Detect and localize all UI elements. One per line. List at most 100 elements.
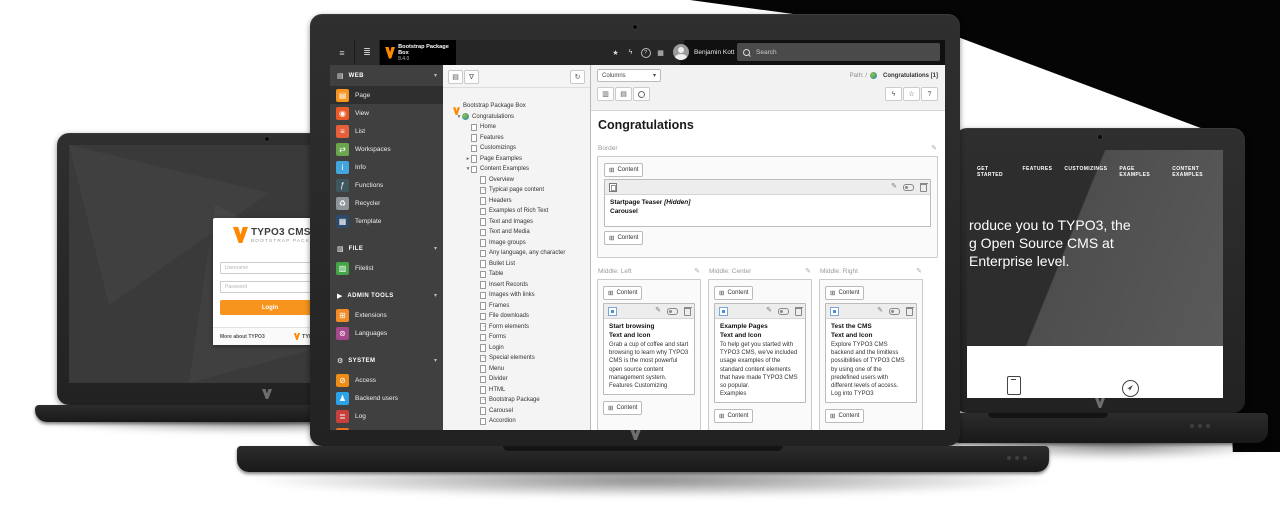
login-button[interactable]: Login (220, 300, 320, 315)
tree-node-forms[interactable]: Forms (447, 332, 590, 343)
tree-node-page-examples[interactable]: ▸Page Examples (447, 154, 590, 165)
edit-icon[interactable]: ✎ (766, 307, 772, 315)
edit-column-icon[interactable]: ✎ (931, 144, 937, 152)
more-about-typo3-link[interactable]: More about TYPO3 (220, 334, 265, 340)
module-item-list[interactable]: ≡List (330, 122, 443, 140)
user-name[interactable]: Benjamin Kott (694, 40, 734, 65)
module-item-recycler[interactable]: ♻Recycler (330, 194, 443, 212)
tree-node-features[interactable]: Features (447, 133, 590, 144)
tree-node-headers[interactable]: Headers (447, 196, 590, 207)
edit-icon[interactable]: ✎ (877, 307, 883, 315)
add-content-button[interactable]: ⊞Content (825, 409, 864, 423)
tree-node-customizings[interactable]: Customizings (447, 143, 590, 154)
tree-node-congratulations[interactable]: ▾Congratulations (447, 112, 590, 123)
username-field[interactable] (220, 262, 318, 274)
refresh-button[interactable]: ↻ (570, 70, 585, 84)
visibility-toggle-icon[interactable] (778, 308, 789, 315)
module-item-install[interactable]: ⚙Install (330, 425, 443, 430)
card-links[interactable]: Examples (720, 390, 800, 398)
tree-node-bootstrap-package-box[interactable]: Bootstrap Package Box (447, 101, 590, 112)
filter-button[interactable]: ∇ (464, 70, 479, 84)
search-input[interactable] (754, 48, 928, 57)
tree-node-accordion[interactable]: Accordion (447, 416, 590, 427)
bookmark-button[interactable]: ★ (608, 40, 623, 65)
tree-node-frames[interactable]: Frames (447, 301, 590, 312)
nav-item-page-examples[interactable]: PAGE EXAMPLES (1119, 166, 1160, 178)
clear-cache-button[interactable]: ϟ (623, 40, 638, 65)
tree-node-special-elements[interactable]: Special elements (447, 353, 590, 364)
tree-node-text-and-media[interactable]: Text and Media (447, 227, 590, 238)
avatar[interactable] (673, 44, 689, 60)
page-icon (480, 260, 486, 268)
tree-node-menu[interactable]: Menu (447, 364, 590, 375)
edit-icon[interactable]: ✎ (655, 307, 661, 315)
visibility-toggle-icon[interactable] (667, 308, 678, 315)
tree-node-examples-of-rich-text[interactable]: Examples of Rich Text (447, 206, 590, 217)
tree-node-label: Bootstrap Package (489, 397, 540, 403)
tree-node-file-downloads[interactable]: File downloads (447, 311, 590, 322)
module-section-system[interactable]: ⚙SYSTEM▾ (330, 350, 443, 371)
trash-icon[interactable] (684, 308, 691, 316)
tree-node-carousel[interactable]: Carousel (447, 406, 590, 417)
tree-node-form-elements[interactable]: Form elements (447, 322, 590, 333)
content-element-card[interactable]: ✎Example PagesText and IconTo help get y… (714, 303, 806, 403)
new-page-button[interactable]: ▤ (448, 70, 463, 84)
tree-toggle-button[interactable]: ≣ (355, 40, 380, 65)
trash-icon[interactable] (906, 308, 913, 316)
module-item-backend-users[interactable]: ♟Backend users (330, 389, 443, 407)
module-section-admin-tools[interactable]: ▶ADMIN TOOLS▾ (330, 285, 443, 306)
nav-item-get-started[interactable]: GET STARTED (977, 166, 1011, 178)
module-item-languages[interactable]: ⊚Languages (330, 324, 443, 342)
tree-node-images-with-links[interactable]: Images with links (447, 290, 590, 301)
tree-node-image-groups[interactable]: Image groups (447, 238, 590, 249)
add-content-button[interactable]: ⊞Content (714, 409, 753, 423)
nav-item-content-examples[interactable]: CONTENT EXAMPLES (1172, 166, 1223, 178)
module-item-info[interactable]: iInfo (330, 158, 443, 176)
nav-item-features[interactable]: FEATURES (1023, 166, 1053, 178)
module-item-access[interactable]: ⊘Access (330, 371, 443, 389)
module-item-extensions[interactable]: ⊞Extensions (330, 306, 443, 324)
card-links[interactable]: Features Customizing (609, 382, 689, 390)
tree-node-bullet-list[interactable]: Bullet List (447, 259, 590, 270)
module-section-file[interactable]: ▨FILE▾ (330, 238, 443, 259)
module-item-view[interactable]: ◉View (330, 104, 443, 122)
tree-node-home[interactable]: Home (447, 122, 590, 133)
edit-column-icon[interactable]: ✎ (916, 267, 922, 275)
tree-node-bootstrap-package[interactable]: Bootstrap Package (447, 395, 590, 406)
tree-node-table[interactable]: Table (447, 269, 590, 280)
module-section-web[interactable]: ▤WEB▾ (330, 65, 443, 86)
menu-toggle-button[interactable]: ≡ (330, 40, 355, 65)
tree-node-insert-records[interactable]: Insert Records (447, 280, 590, 291)
module-item-log[interactable]: ≣Log (330, 407, 443, 425)
trash-icon[interactable] (795, 308, 802, 316)
tree-node-content-examples[interactable]: ▾Content Examples (447, 164, 590, 175)
module-item-workspaces[interactable]: ⇄Workspaces (330, 140, 443, 158)
module-item-template[interactable]: ▦Template (330, 212, 443, 230)
add-content-button[interactable]: ⊞Content (603, 401, 642, 415)
tree-node-divider[interactable]: Divider (447, 374, 590, 385)
content-element-card[interactable]: ✎Test the CMSText and IconExplore TYPO3 … (825, 303, 917, 403)
help-button[interactable]: ? (638, 40, 653, 65)
nav-item-customizings[interactable]: CUSTOMIZINGS (1064, 166, 1107, 178)
visibility-toggle-icon[interactable] (889, 308, 900, 315)
add-content-button[interactable]: ⊞Content (603, 286, 642, 300)
tree-node-text-and-images[interactable]: Text and Images (447, 217, 590, 228)
content-element-card[interactable]: ✎Start browsingText and IconGrab a cup o… (603, 303, 695, 395)
module-item-page[interactable]: ▤Page (330, 86, 443, 104)
module-item-filelist[interactable]: ▨Filelist (330, 259, 443, 277)
tree-node-any-language-any-character[interactable]: Any language, any character (447, 248, 590, 259)
edit-column-icon[interactable]: ✎ (694, 267, 700, 275)
tree-node-typical-page-content[interactable]: Typical page content (447, 185, 590, 196)
tree-node-login[interactable]: Login (447, 343, 590, 354)
modules-button[interactable]: ▦ (653, 40, 668, 65)
help-button[interactable]: ? (921, 87, 938, 101)
tree-node-overview[interactable]: Overview (447, 175, 590, 186)
card-links[interactable]: Log into TYPO3 (831, 390, 911, 398)
edit-column-icon[interactable]: ✎ (805, 267, 811, 275)
password-field[interactable] (220, 281, 318, 293)
add-content-button[interactable]: ⊞Content (714, 286, 753, 300)
add-content-button[interactable]: ⊞Content (825, 286, 864, 300)
module-item-functions[interactable]: ƒFunctions (330, 176, 443, 194)
tree-node-html[interactable]: HTML (447, 385, 590, 396)
tree-node-label: Typical page content (489, 187, 544, 193)
